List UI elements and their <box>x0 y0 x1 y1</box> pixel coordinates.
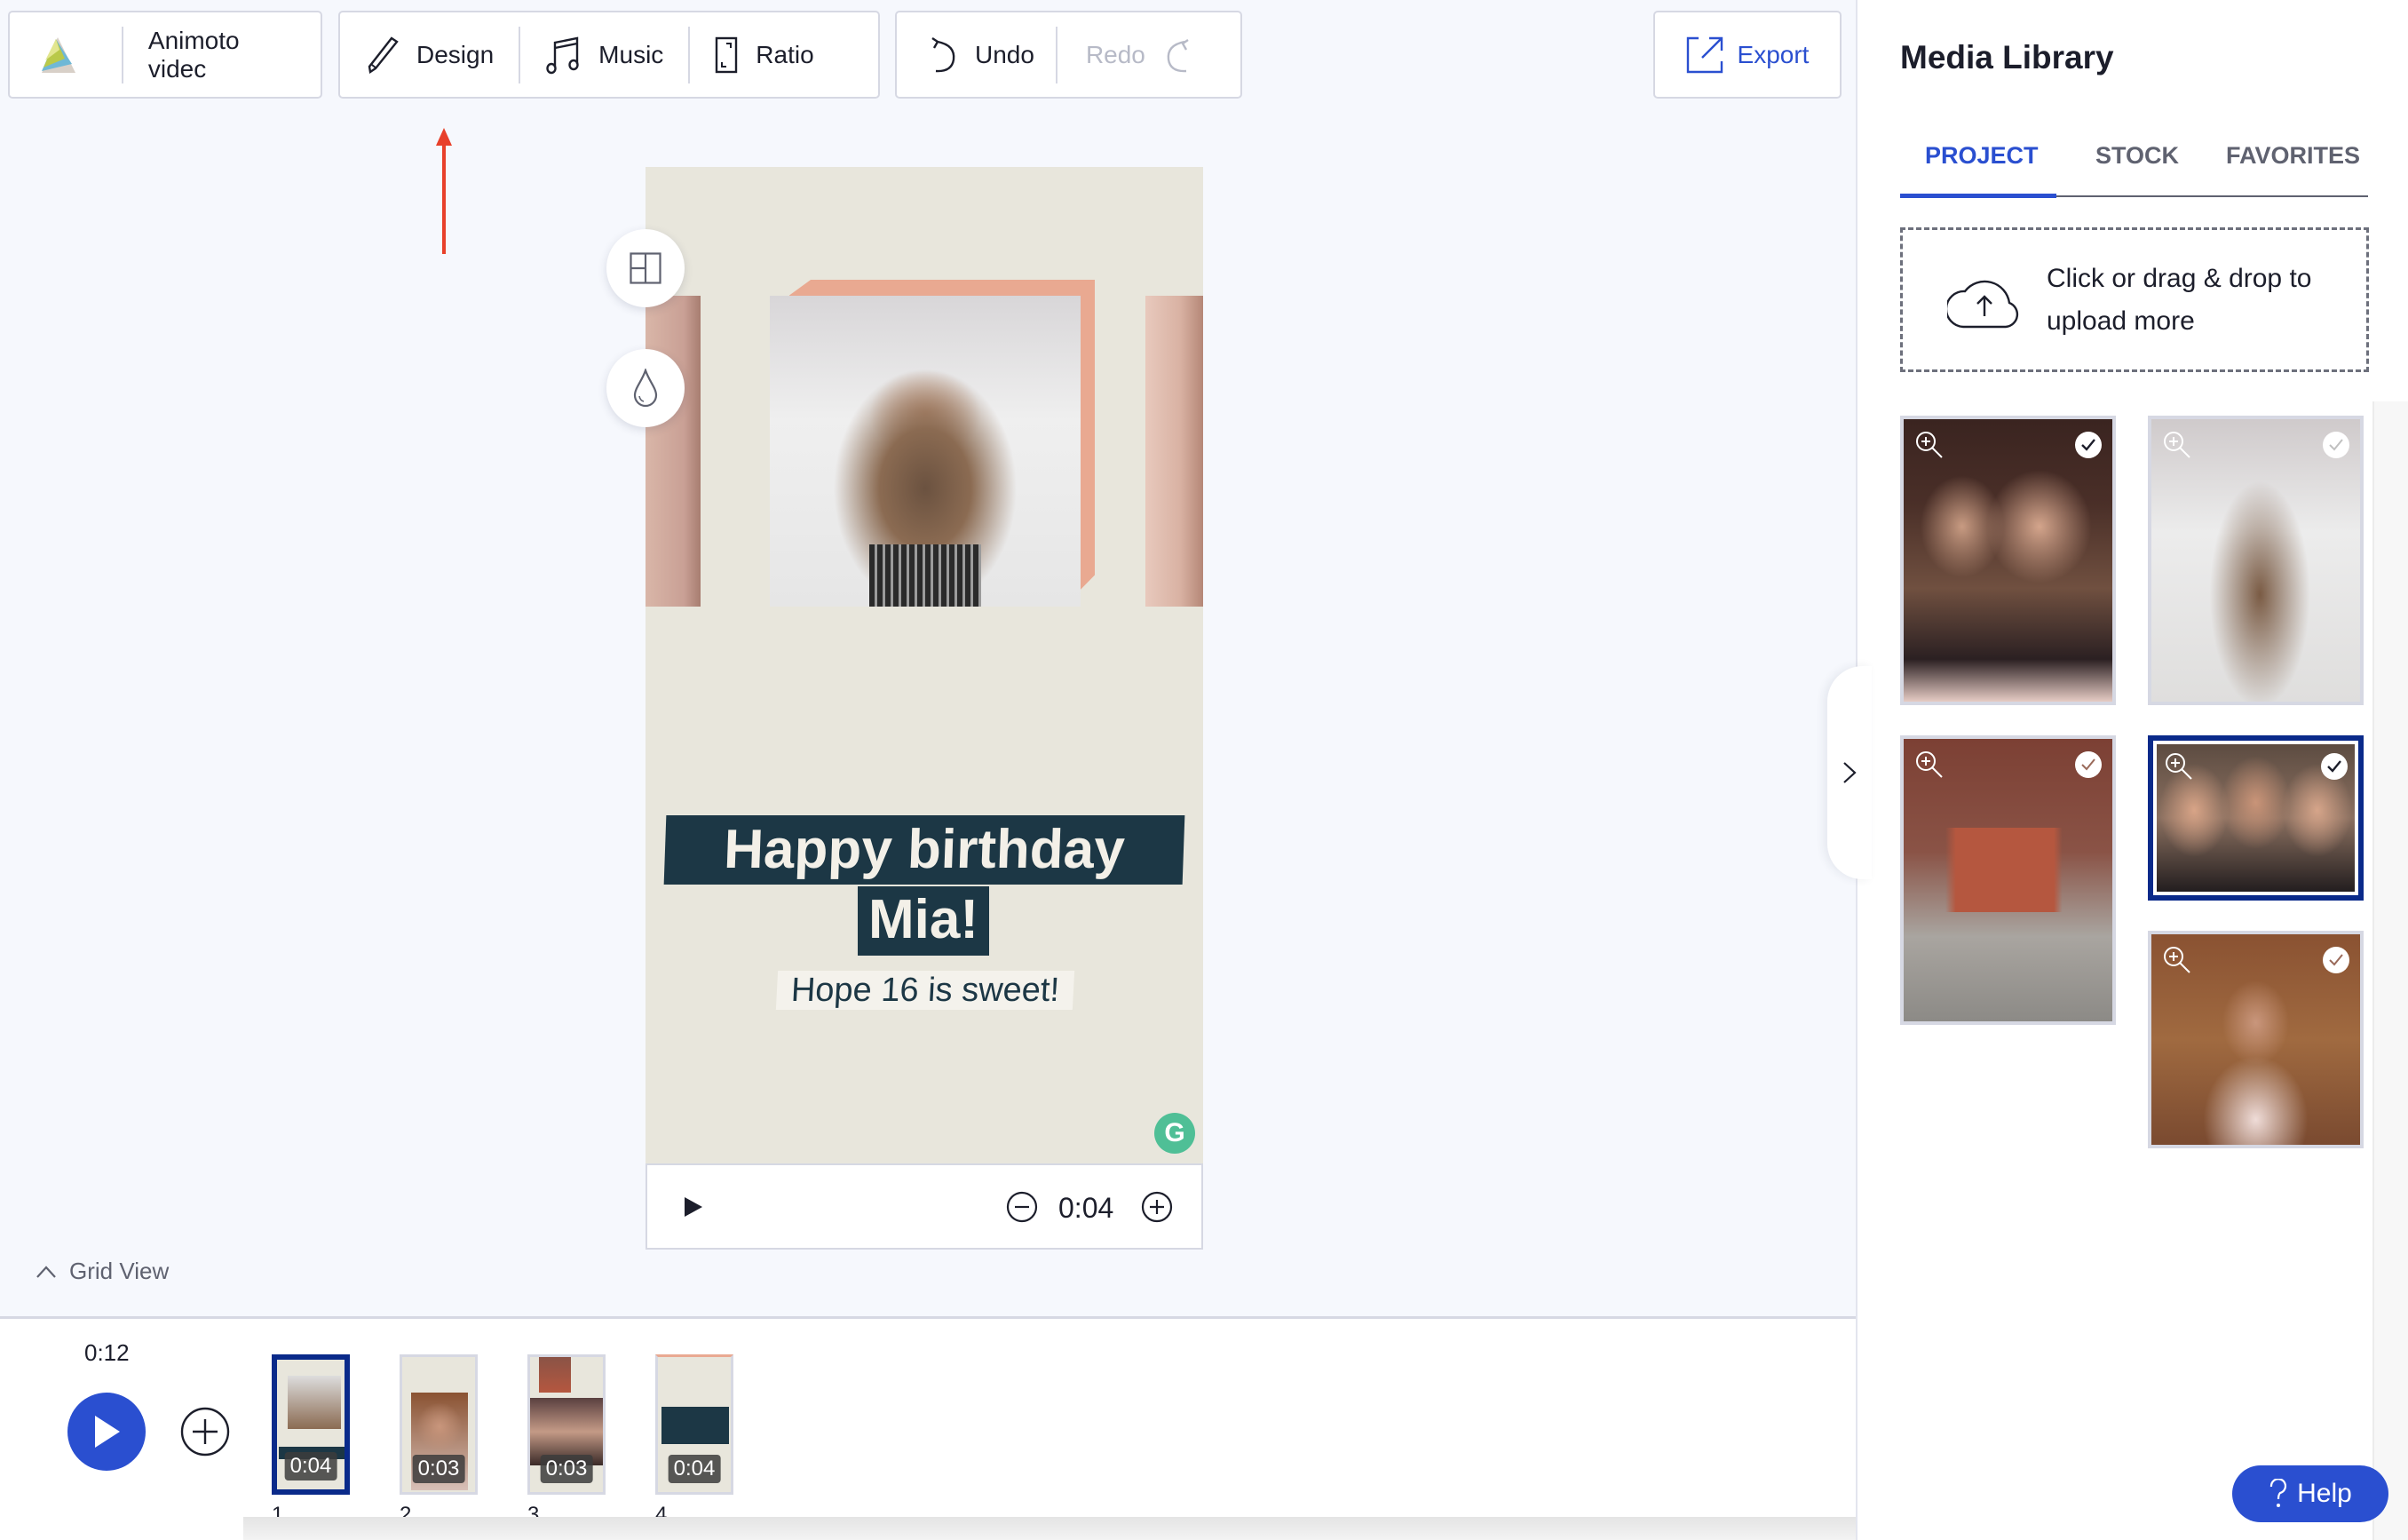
timeline-scrollbar[interactable] <box>243 1517 1856 1540</box>
chevron-up-icon <box>36 1265 56 1278</box>
title-text-line2[interactable]: Mia! <box>858 886 989 956</box>
total-duration: 0:12 <box>84 1339 130 1366</box>
play-icon[interactable] <box>683 1195 704 1219</box>
check-icon[interactable] <box>2323 947 2349 973</box>
ratio-label: Ratio <box>756 40 814 68</box>
scene-photo[interactable] <box>770 296 1081 607</box>
scene-caption <box>661 1407 729 1444</box>
play-icon <box>95 1416 120 1448</box>
project-group: Animoto videc <box>8 11 322 99</box>
export-icon <box>1686 36 1723 73</box>
used-check-icon[interactable] <box>2075 432 2102 458</box>
redo-label: Redo <box>1085 40 1145 68</box>
subtitle-text[interactable]: Hope 16 is sweet! <box>775 971 1075 1010</box>
prev-photo-peek <box>646 296 701 607</box>
color-button[interactable] <box>606 349 685 427</box>
title-text-line1[interactable]: Happy birthday <box>663 815 1185 885</box>
grid-view-label: Grid View <box>69 1258 170 1284</box>
tab-project[interactable]: PROJECT <box>1925 142 2039 170</box>
check-icon[interactable] <box>2323 432 2349 458</box>
upload-text: Click or drag & drop to upload more <box>2047 263 2312 336</box>
media-item-selected[interactable] <box>2148 735 2364 901</box>
annotation-arrow-icon <box>436 128 452 254</box>
tab-favorites[interactable]: FAVORITES <box>2226 142 2360 170</box>
music-note-icon <box>546 36 579 74</box>
scene-duration-badge: 0:04 <box>284 1452 337 1480</box>
next-photo-peek <box>1145 296 1203 607</box>
media-item[interactable] <box>2148 931 2364 1148</box>
cloud-upload-icon <box>1947 280 2019 328</box>
scene-duration: 0:04 <box>1058 1192 1114 1224</box>
increase-duration-icon[interactable] <box>1141 1191 1173 1223</box>
tab-stock[interactable]: STOCK <box>2095 142 2179 170</box>
panel-title: Media Library <box>1900 39 2114 75</box>
undo-label: Undo <box>975 40 1034 68</box>
media-library-panel: Media Library PROJECT STOCK FAVORITES Cl… <box>1856 0 2408 1540</box>
zoom-in-icon[interactable] <box>1914 430 1945 460</box>
scene-art <box>539 1357 571 1393</box>
panel-scrollbar[interactable] <box>2372 401 2408 1540</box>
project-title[interactable]: Animoto videc <box>123 12 321 97</box>
zoom-in-icon[interactable] <box>2162 945 2192 975</box>
video-preview-canvas[interactable]: Happy birthday Mia! Hope 16 is sweet! G <box>646 167 1203 1163</box>
droplet-icon <box>633 369 658 408</box>
music-button[interactable]: Music <box>520 12 688 97</box>
media-item[interactable] <box>1900 735 2116 1025</box>
play-video-button[interactable] <box>67 1393 146 1471</box>
zoom-in-icon[interactable] <box>2164 751 2194 782</box>
animoto-logo[interactable] <box>10 12 122 97</box>
animoto-logo-icon <box>42 36 75 73</box>
active-tab-indicator <box>1900 194 2056 198</box>
scene-thumbnail-3[interactable]: 0:03 <box>527 1354 606 1495</box>
grid-view-toggle[interactable]: Grid View <box>36 1258 169 1285</box>
scene-duration-badge: 0:04 <box>668 1455 721 1483</box>
brush-icon <box>368 36 399 74</box>
check-icon[interactable] <box>2075 751 2102 778</box>
media-item[interactable] <box>1900 416 2116 705</box>
chevron-right-icon <box>1843 762 1857 783</box>
layout-button[interactable] <box>606 229 685 307</box>
design-button[interactable]: Design <box>340 12 519 97</box>
undo-icon <box>931 36 955 72</box>
design-label: Design <box>416 40 495 68</box>
collapse-panel-button[interactable] <box>1827 666 1872 879</box>
export-button[interactable]: Export <box>1653 11 1842 99</box>
export-label: Export <box>1737 40 1810 68</box>
scene-art <box>288 1376 341 1429</box>
media-item[interactable] <box>2148 416 2364 705</box>
aspect-ratio-icon <box>716 36 738 73</box>
layout-icon <box>630 252 661 284</box>
history-group: Undo Redo <box>895 11 1242 99</box>
music-label: Music <box>598 40 664 68</box>
zoom-in-icon[interactable] <box>1914 750 1945 780</box>
scene-thumbnail-2[interactable]: 0:03 <box>400 1354 478 1495</box>
question-icon <box>2270 1479 2287 1507</box>
zoom-in-icon[interactable] <box>2162 430 2192 460</box>
redo-button[interactable]: Redo <box>1057 12 1231 97</box>
help-button[interactable]: Help <box>2232 1465 2388 1522</box>
edit-tools-group: Design Music Ratio <box>338 11 880 99</box>
add-scene-icon[interactable] <box>180 1407 230 1457</box>
decrease-duration-icon[interactable] <box>1006 1191 1038 1223</box>
used-check-icon[interactable] <box>2321 753 2348 780</box>
scene-thumbnail-1[interactable]: 0:04 <box>272 1354 350 1495</box>
photo-detail <box>869 544 981 607</box>
grammarly-icon[interactable]: G <box>1154 1113 1195 1154</box>
scene-duration-badge: 0:03 <box>540 1455 593 1483</box>
scene-thumbnail-4[interactable]: 0:04 <box>655 1354 733 1495</box>
redo-icon <box>1167 38 1189 72</box>
ratio-button[interactable]: Ratio <box>690 12 838 97</box>
help-label: Help <box>2297 1479 2352 1508</box>
scene-duration-badge: 0:03 <box>412 1455 465 1483</box>
undo-button[interactable]: Undo <box>897 12 1056 97</box>
upload-dropzone[interactable]: Click or drag & drop to upload more <box>1900 227 2369 372</box>
preview-controls: 0:04 <box>646 1163 1203 1250</box>
